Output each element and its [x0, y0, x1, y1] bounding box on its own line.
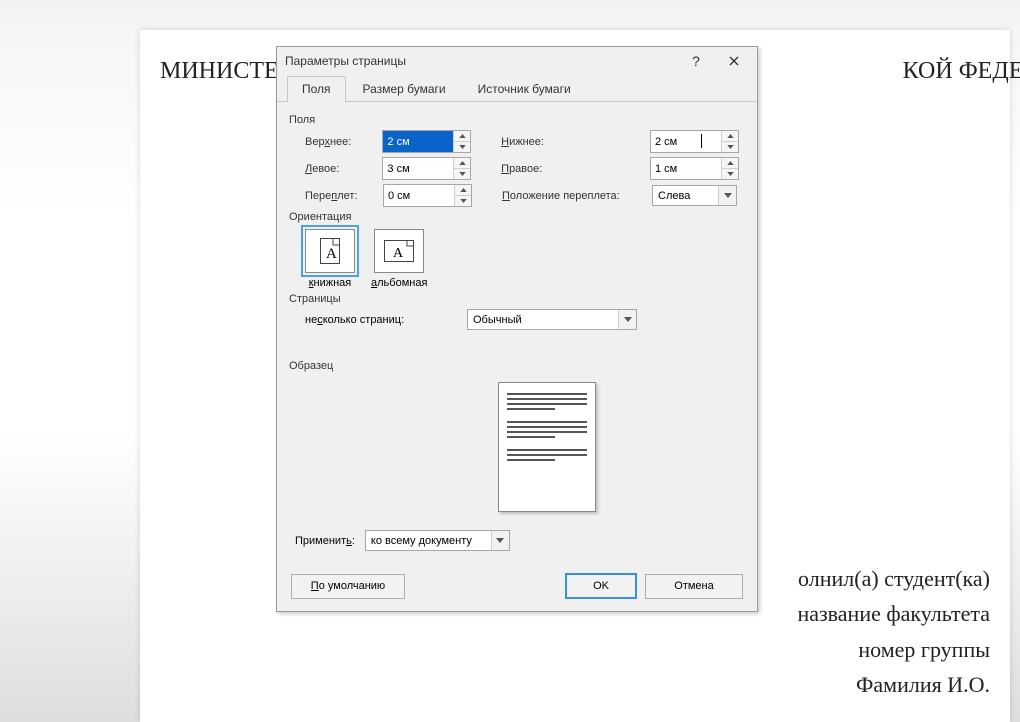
chevron-down-icon [618, 310, 636, 329]
input-bottom-margin[interactable] [651, 131, 721, 152]
document-right-block: олнил(а) студент(ка) название факультета… [797, 561, 990, 702]
spinner-down-icon[interactable] [454, 142, 470, 152]
input-top-margin[interactable] [383, 131, 453, 152]
tab-fields[interactable]: Поля [287, 76, 346, 102]
label-gutter-position: Положение переплета: [502, 190, 652, 202]
select-multiple-pages[interactable]: Обычный [467, 309, 637, 330]
text-cursor-icon [701, 134, 702, 148]
doc-line: название факультета [797, 596, 990, 631]
default-button[interactable]: По умолчанию [291, 574, 405, 599]
input-right-margin[interactable] [651, 158, 721, 179]
portrait-icon: A [305, 229, 355, 273]
sample-group-label: Образец [289, 360, 739, 372]
chevron-down-icon [491, 531, 509, 550]
orientation-landscape-label: альбомная [371, 277, 427, 289]
label-apply-to: Применить: [295, 535, 355, 547]
spinner-up-icon[interactable] [455, 185, 471, 196]
page-preview [498, 382, 596, 512]
spinner-gutter[interactable] [383, 184, 472, 207]
close-button[interactable] [715, 49, 753, 73]
select-gutter-position[interactable]: Слева [652, 185, 737, 206]
tab-paper-source[interactable]: Источник бумаги [463, 76, 586, 102]
orientation-landscape[interactable]: A альбомная [371, 229, 427, 289]
spinner-down-icon[interactable] [722, 142, 738, 152]
dialog-titlebar: Параметры страницы ? [277, 47, 757, 75]
doc-line: Фамилия И.О. [797, 667, 990, 702]
cancel-button[interactable]: Отмена [645, 574, 743, 599]
landscape-icon: A [374, 229, 424, 273]
chevron-down-icon [718, 186, 736, 205]
input-gutter[interactable] [384, 185, 454, 206]
spinner-up-icon[interactable] [722, 158, 738, 169]
label-multiple-pages: несколько страниц: [305, 314, 467, 326]
svg-text:A: A [393, 246, 404, 261]
label-bottom-margin: Нижнее: [501, 136, 650, 148]
pages-group-label: Страницы [289, 293, 739, 305]
page-setup-dialog: Параметры страницы ? Поля Размер бумаги … [276, 46, 758, 612]
spinner-bottom-margin[interactable] [650, 130, 739, 153]
help-button[interactable]: ? [677, 49, 715, 73]
tab-paper-size[interactable]: Размер бумаги [348, 76, 461, 102]
spinner-right-margin[interactable] [650, 157, 739, 180]
orientation-group-label: Ориентация [289, 211, 739, 223]
close-icon [729, 54, 739, 69]
margins-group-label: Поля [289, 114, 739, 126]
svg-text:A: A [326, 246, 337, 262]
input-left-margin[interactable] [383, 158, 453, 179]
spinner-left-margin[interactable] [382, 157, 471, 180]
spinner-up-icon[interactable] [454, 131, 470, 142]
label-top-margin: Верхнее: [305, 136, 382, 148]
label-left-margin: Левое: [305, 163, 382, 175]
doc-line: номер группы [797, 632, 990, 667]
spinner-up-icon[interactable] [454, 158, 470, 169]
label-gutter: Переплет: [305, 190, 383, 202]
spinner-top-margin[interactable] [382, 130, 471, 153]
orientation-portrait-label: книжная [309, 277, 352, 289]
dialog-title: Параметры страницы [285, 54, 677, 68]
label-right-margin: Правое: [501, 163, 650, 175]
ok-button[interactable]: OK [565, 573, 637, 599]
select-apply-to[interactable]: ко всему документу [365, 530, 510, 551]
spinner-down-icon[interactable] [454, 169, 470, 179]
doc-line: олнил(а) студент(ка) [797, 561, 990, 596]
orientation-portrait[interactable]: A книжная [305, 229, 355, 289]
spinner-down-icon[interactable] [722, 169, 738, 179]
dialog-tabs: Поля Размер бумаги Источник бумаги [277, 75, 757, 102]
spinner-down-icon[interactable] [455, 196, 471, 206]
spinner-up-icon[interactable] [722, 131, 738, 142]
